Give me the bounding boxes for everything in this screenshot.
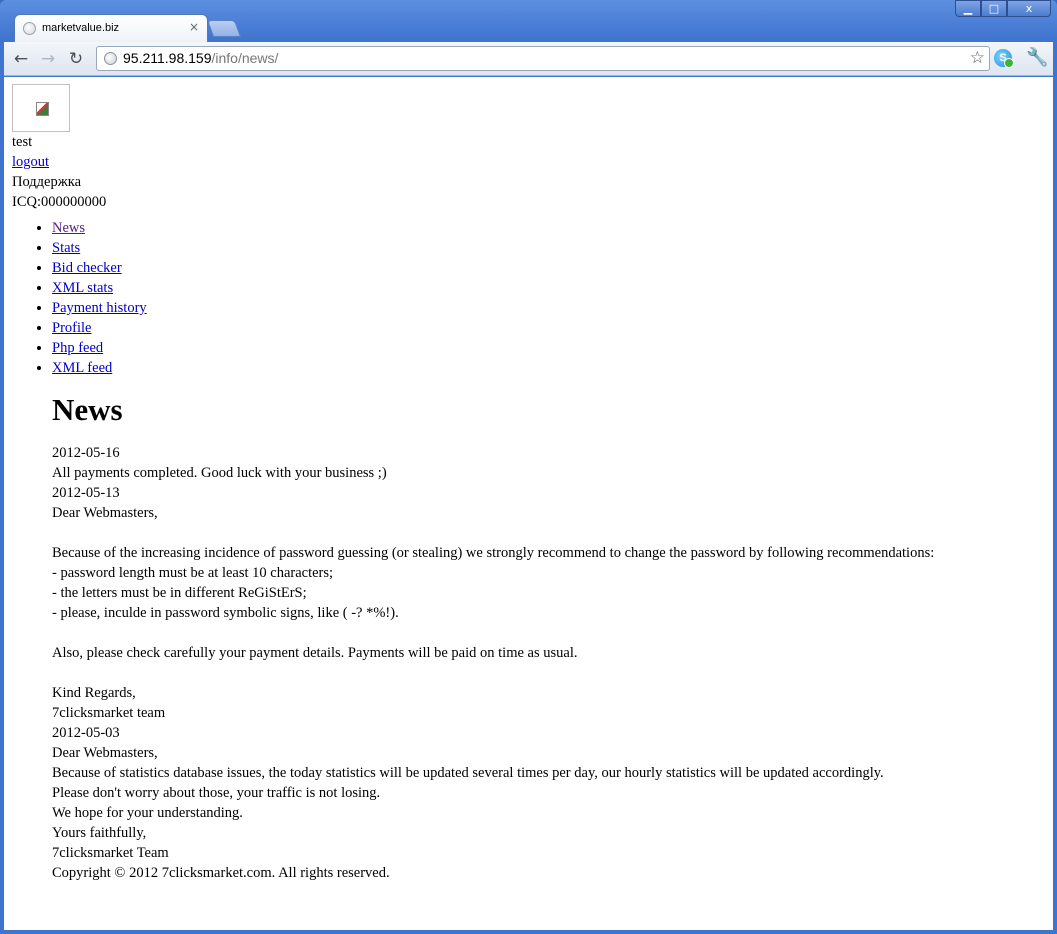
globe-icon bbox=[23, 22, 36, 35]
url-host: 95.211.98.159 bbox=[123, 50, 212, 66]
menu-link-xml-feed[interactable]: XML feed bbox=[52, 360, 112, 376]
news-line: Because of statistics database issues, t… bbox=[52, 765, 884, 781]
status-dot bbox=[1004, 58, 1014, 68]
page-content: test logout Поддержка ICQ:000000000 News… bbox=[12, 84, 1042, 883]
title-bar: marketvalue.biz × ▁ □ x bbox=[0, 0, 1057, 42]
news-line: Kind Regards, bbox=[52, 685, 136, 701]
news-line: We hope for your understanding. bbox=[52, 805, 243, 821]
tab-close-icon[interactable]: × bbox=[189, 20, 199, 34]
news-line: Dear Webmasters, bbox=[52, 505, 158, 521]
browser-window: marketvalue.biz × ▁ □ x ← → ↻ 95.211.98.… bbox=[0, 0, 1057, 934]
broken-image-icon bbox=[36, 102, 49, 116]
news-line: All payments completed. Good luck with y… bbox=[52, 465, 387, 481]
news-line: Also, please check carefully your paymen… bbox=[52, 645, 578, 661]
browser-toolbar: ← → ↻ 95.211.98.159/info/news/ ☆ S 🔧 bbox=[4, 42, 1053, 76]
news-line: 7clicksmarket Team bbox=[52, 845, 169, 861]
back-button[interactable]: ← bbox=[10, 48, 32, 70]
page-title: News bbox=[52, 392, 123, 427]
reload-button[interactable]: ↻ bbox=[65, 48, 87, 70]
main-menu: News Stats Bid checker XML stats Payment… bbox=[12, 218, 1042, 378]
close-window-button[interactable]: x bbox=[1007, 0, 1051, 17]
menu-link-stats[interactable]: Stats bbox=[52, 240, 80, 256]
url-path: /info/news/ bbox=[211, 50, 279, 66]
news-line: - please, inculde in password symbolic s… bbox=[52, 605, 399, 621]
news-line: - the letters must be in different ReGiS… bbox=[52, 585, 307, 601]
news-section: News 2012-05-16 All payments completed. … bbox=[52, 391, 1042, 883]
menu-item-stats: Stats bbox=[52, 238, 1042, 258]
menu-item-bid-checker: Bid checker bbox=[52, 258, 1042, 278]
site-logo bbox=[12, 84, 70, 132]
icq-number: ICQ:000000000 bbox=[12, 194, 107, 210]
news-line: 2012-05-03 bbox=[52, 725, 120, 741]
news-line: Yours faithfully, bbox=[52, 825, 147, 841]
maximize-button[interactable]: □ bbox=[981, 0, 1007, 17]
copyright: Copyright © 2012 7clicksmarket.com. All … bbox=[52, 865, 390, 881]
forward-button[interactable]: → bbox=[37, 48, 59, 70]
globe-icon bbox=[104, 52, 117, 65]
browser-tab[interactable]: marketvalue.biz × bbox=[14, 14, 208, 42]
bookmark-star-icon[interactable]: ☆ bbox=[970, 48, 985, 68]
news-line: 2012-05-13 bbox=[52, 485, 120, 501]
menu-item-news: News bbox=[52, 218, 1042, 238]
skype-extension-icon[interactable]: S bbox=[994, 49, 1014, 68]
page-viewport: test logout Поддержка ICQ:000000000 News… bbox=[4, 77, 1053, 930]
window-controls: ▁ □ x bbox=[955, 0, 1051, 18]
logout-link[interactable]: logout bbox=[12, 154, 49, 170]
menu-link-news[interactable]: News bbox=[52, 220, 85, 236]
news-line: Please don't worry about those, your tra… bbox=[52, 785, 381, 801]
menu-link-payment-history[interactable]: Payment history bbox=[52, 300, 147, 316]
news-line: Dear Webmasters, bbox=[52, 745, 158, 761]
new-tab-button[interactable] bbox=[206, 20, 242, 37]
wrench-menu-icon[interactable]: 🔧 bbox=[1026, 47, 1048, 68]
url-text[interactable]: 95.211.98.159/info/news/ bbox=[123, 50, 278, 66]
menu-link-xml-stats[interactable]: XML stats bbox=[52, 280, 113, 296]
menu-item-xml-feed: XML feed bbox=[52, 358, 1042, 378]
menu-link-bid-checker[interactable]: Bid checker bbox=[52, 260, 122, 276]
menu-link-profile[interactable]: Profile bbox=[52, 320, 91, 336]
support-label: Поддержка bbox=[12, 174, 82, 190]
menu-item-xml-stats: XML stats bbox=[52, 278, 1042, 298]
news-line: 2012-05-16 bbox=[52, 445, 120, 461]
menu-item-php-feed: Php feed bbox=[52, 338, 1042, 358]
minimize-button[interactable]: ▁ bbox=[955, 0, 981, 17]
news-line: - password length must be at least 10 ch… bbox=[52, 565, 334, 581]
menu-link-php-feed[interactable]: Php feed bbox=[52, 340, 103, 356]
address-bar[interactable]: 95.211.98.159/info/news/ ☆ bbox=[96, 46, 990, 71]
tab-title: marketvalue.biz bbox=[42, 22, 120, 34]
news-line: Because of the increasing incidence of p… bbox=[52, 545, 935, 561]
news-line: 7clicksmarket team bbox=[52, 705, 166, 721]
menu-item-payment-history: Payment history bbox=[52, 298, 1042, 318]
username: test bbox=[12, 134, 33, 150]
menu-item-profile: Profile bbox=[52, 318, 1042, 338]
